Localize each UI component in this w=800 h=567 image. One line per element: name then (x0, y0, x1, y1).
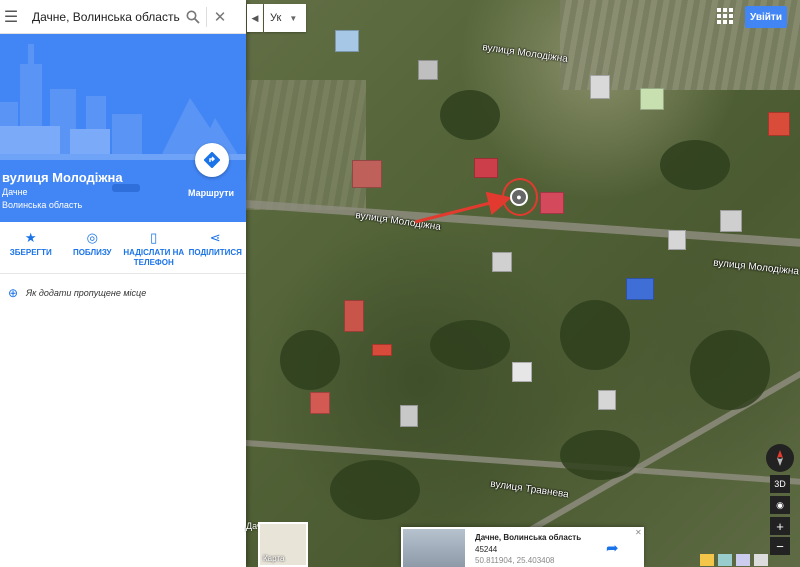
my-location-icon[interactable]: ◉ (770, 496, 790, 514)
info-card-code: 45244 (475, 545, 498, 554)
nearby-button[interactable]: ◎ ПОБЛИЗУ (62, 222, 124, 273)
search-box: ☰ ✕ (0, 0, 246, 34)
search-input[interactable] (32, 9, 180, 24)
save-button[interactable]: ★ ЗБЕРЕГТИ (0, 222, 62, 273)
directions-icon (204, 152, 220, 168)
layer-swatch[interactable] (718, 553, 732, 566)
place-title: вулиця Молодіжна (2, 170, 123, 185)
compass-icon[interactable] (766, 444, 794, 472)
language-value: Ук (270, 12, 282, 24)
add-location-icon: ⊕ (7, 286, 19, 300)
view-3d-button[interactable]: 3D (770, 475, 790, 493)
info-card-coords: 50.811904, 25.403408 (475, 556, 555, 565)
place-locality: Дачне (2, 187, 28, 197)
apps-grid-icon[interactable] (715, 6, 735, 26)
pegman-icon[interactable] (700, 553, 714, 566)
close-icon[interactable]: ✕ (635, 528, 642, 537)
close-icon[interactable]: ✕ (207, 0, 233, 34)
place-actions: ★ ЗБЕРЕГТИ ◎ ПОБЛИЗУ ▯ НАДІСЛАТИ НА ТЕЛЕ… (0, 222, 246, 274)
layer-swatch[interactable] (754, 553, 768, 566)
add-missing-place-label: Як додати пропущене місце (26, 288, 147, 298)
save-label: ЗБЕРЕГТИ (9, 248, 52, 257)
nearby-icon: ◎ (86, 230, 98, 245)
info-card-title: Дачне, Волинська область (475, 533, 582, 542)
map-type-toggle[interactable]: Карта (258, 522, 308, 567)
send-to-phone-icon: ▯ (150, 230, 158, 245)
share-button[interactable]: ⋖ ПОДІЛИТИСЯ (185, 222, 247, 273)
place-hero-image: вулиця Молодіжна Дачне Волинська область… (0, 34, 246, 222)
search-icon[interactable] (180, 0, 206, 34)
layer-swatch[interactable] (736, 553, 750, 566)
share-icon: ⋖ (209, 230, 221, 245)
collapse-panel-button[interactable]: ◀ (247, 4, 263, 32)
map-layer-switcher (700, 552, 796, 567)
map-type-label: Карта (263, 554, 285, 563)
add-missing-place-link[interactable]: ⊕ Як додати пропущене місце (0, 282, 246, 304)
zoom-in-button[interactable]: + (770, 517, 790, 535)
directions-label: Маршрути (188, 188, 235, 198)
send-to-phone-button[interactable]: ▯ НАДІСЛАТИ НА ТЕЛЕФОН (123, 222, 185, 273)
directions-icon[interactable]: ➦ (606, 539, 624, 557)
directions-button[interactable] (195, 143, 229, 177)
share-label: ПОДІЛИТИСЯ (188, 248, 242, 257)
sign-in-button[interactable]: Увійти (745, 6, 787, 28)
street-view-thumbnail[interactable] (403, 529, 465, 567)
send-to-phone-label: НАДІСЛАТИ НА ТЕЛЕФОН (123, 248, 185, 267)
language-select[interactable]: Ук ▼ (264, 4, 306, 32)
side-panel: ☰ ✕ (0, 0, 246, 567)
bookmark-icon: ★ (24, 230, 37, 245)
menu-icon[interactable]: ☰ (0, 0, 22, 34)
maps-app: вулиця Молодіжна вулиця Молодіжна вулиця… (0, 0, 800, 567)
nearby-label: ПОБЛИЗУ (72, 248, 112, 257)
caret-down-icon: ▼ (289, 13, 298, 23)
location-pin-icon[interactable]: ● (510, 188, 528, 206)
location-info-card[interactable]: Дачне, Волинська область 45244 50.811904… (401, 527, 644, 567)
place-region: Волинська область (2, 200, 83, 210)
